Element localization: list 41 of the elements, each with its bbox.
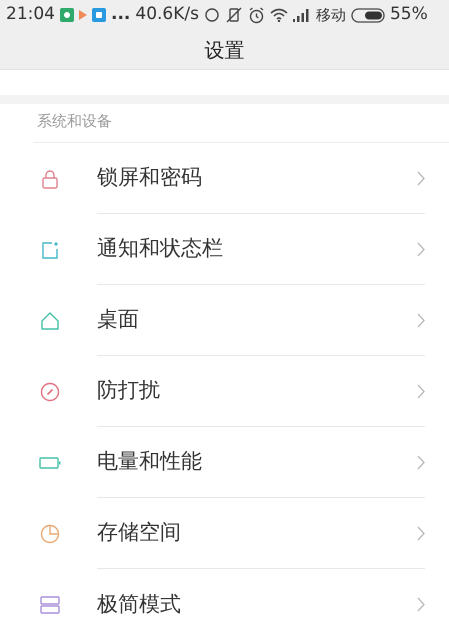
item-label: 极简模式 bbox=[97, 590, 182, 618]
chevron-icon bbox=[417, 384, 425, 399]
battery-percent: 55% bbox=[390, 3, 428, 26]
settings-item[interactable]: 防打扰 bbox=[0, 356, 449, 428]
play-icon bbox=[79, 10, 87, 20]
chevron-icon bbox=[417, 312, 425, 328]
item-label: 桌面 bbox=[97, 306, 140, 334]
page-title: 设置 bbox=[204, 36, 244, 64]
home-icon bbox=[39, 310, 61, 332]
network-speed: 40.6K/s bbox=[135, 3, 199, 26]
vibrate-off-icon bbox=[224, 7, 243, 24]
settings-item[interactable]: 极简模式 bbox=[0, 569, 449, 640]
item-label: 存储空间 bbox=[97, 519, 182, 546]
wifi-icon bbox=[270, 8, 288, 22]
chevron-icon bbox=[417, 242, 425, 257]
chevron-icon bbox=[417, 597, 425, 612]
item-label: 锁屏和密码 bbox=[97, 164, 203, 192]
status-time: 21:04 bbox=[6, 3, 55, 26]
alarm-icon bbox=[248, 6, 265, 24]
settings-item[interactable]: 桌面 bbox=[0, 285, 449, 356]
sync-icon bbox=[204, 7, 220, 24]
chevron-icon bbox=[417, 454, 425, 470]
settings-item[interactable]: 通知和状态栏 bbox=[0, 214, 449, 286]
settings-item[interactable]: 锁屏和密码 bbox=[0, 143, 449, 214]
section-header: 系统和设备 bbox=[37, 110, 112, 132]
pie-chart-icon bbox=[39, 522, 61, 545]
settings-item[interactable]: 存储空间 bbox=[0, 498, 449, 570]
settings-item[interactable]: 电量和性能 bbox=[0, 427, 449, 498]
chevron-icon bbox=[417, 526, 425, 541]
chevron-icon bbox=[417, 170, 425, 186]
app-icon bbox=[92, 8, 106, 22]
compass-icon bbox=[39, 380, 61, 403]
item-label: 通知和状态栏 bbox=[97, 235, 224, 262]
carrier-name: 移动 bbox=[316, 4, 346, 26]
signal-icon bbox=[292, 8, 311, 22]
battery-icon bbox=[350, 8, 385, 23]
stacked-bars-icon bbox=[39, 594, 61, 616]
item-label: 电量和性能 bbox=[97, 448, 203, 476]
item-label: 防打扰 bbox=[97, 377, 161, 404]
app-icon bbox=[60, 8, 74, 22]
more-indicator: ... bbox=[111, 3, 130, 26]
